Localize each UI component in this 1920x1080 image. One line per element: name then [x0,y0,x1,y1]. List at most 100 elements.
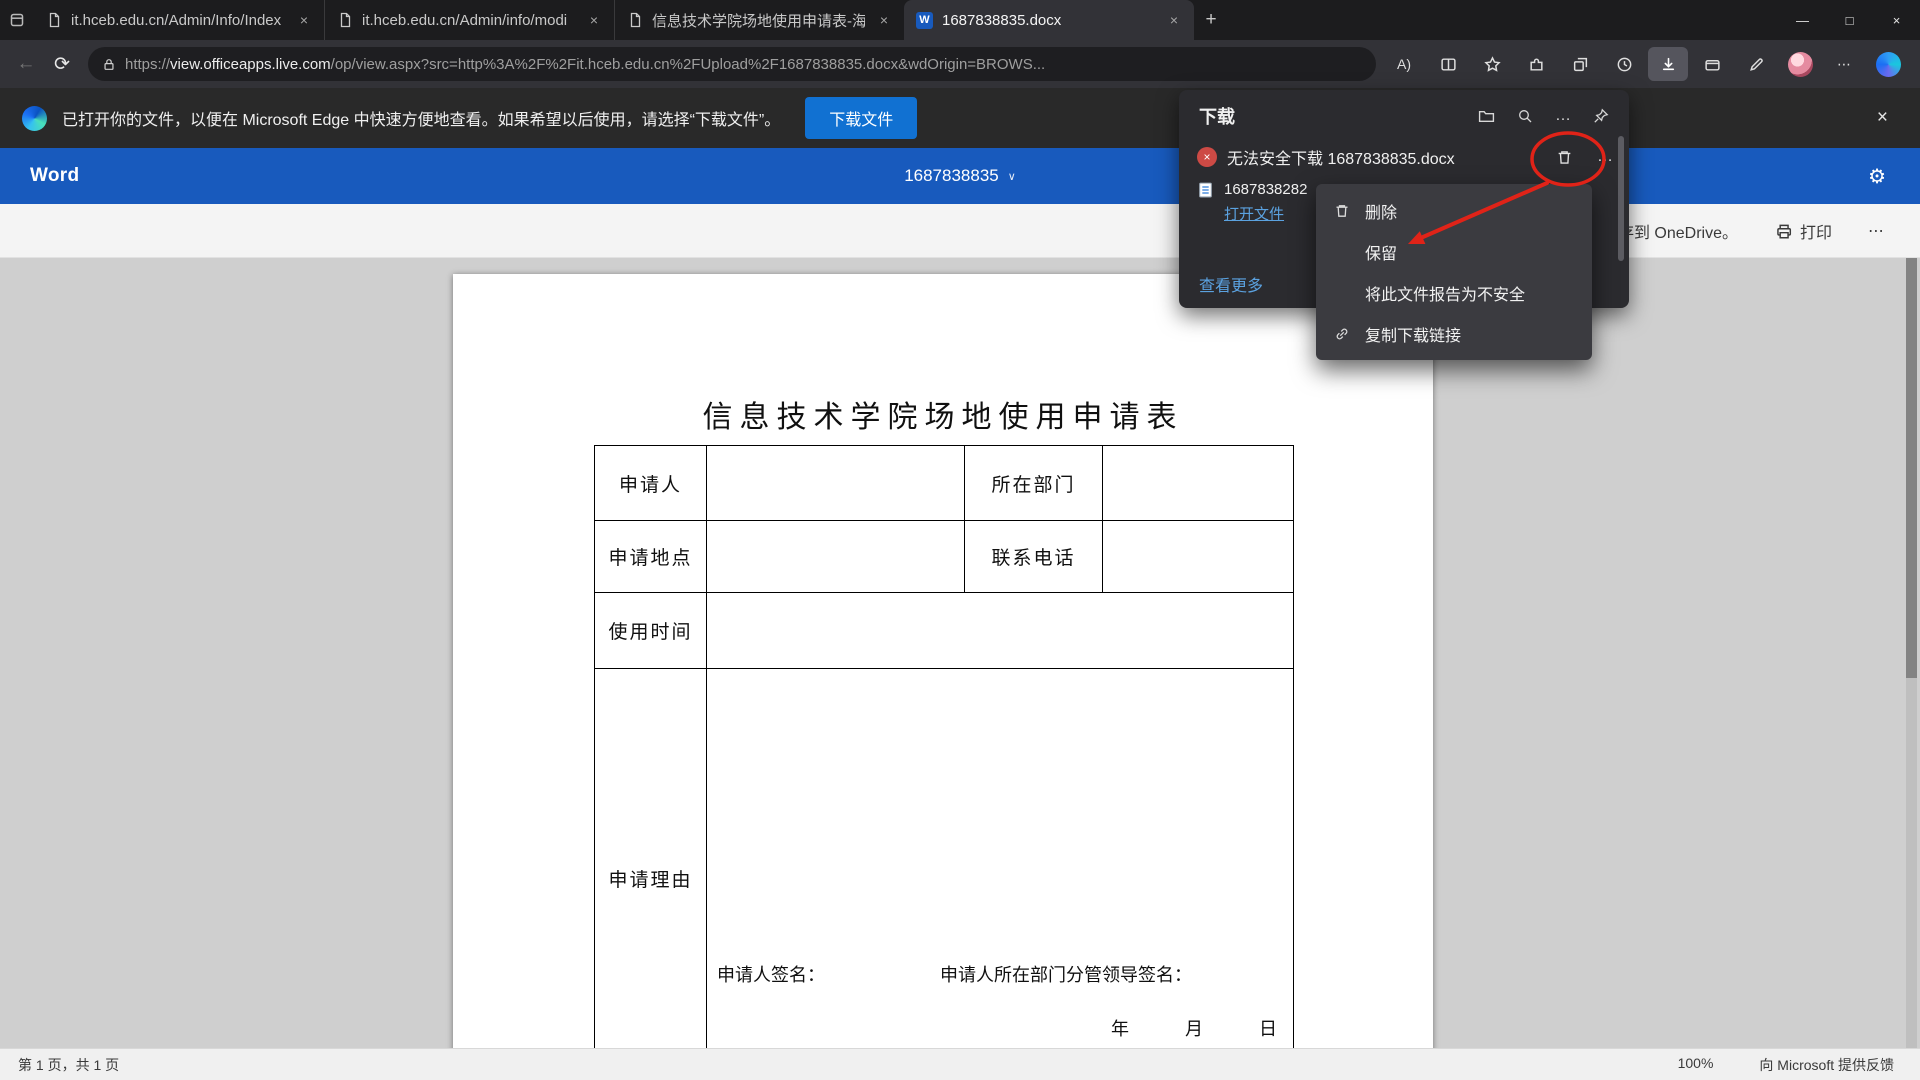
address-bar-input[interactable]: https://view.officeapps.live.com/op/view… [88,47,1376,81]
feedback-link[interactable]: 向 Microsoft 提供反馈 [1759,1055,1894,1075]
label-time: 使用时间 [595,593,707,669]
profile-button[interactable] [1780,47,1820,81]
tab-admin-modi[interactable]: it.hceb.edu.cn/Admin/info/modi × [324,0,614,40]
panel-scrollbar-thumb[interactable] [1618,136,1624,261]
label-applicant: 申请人 [595,446,707,521]
page-favicon-icon [627,12,643,28]
delete-download-icon[interactable] [1556,149,1573,166]
tab-close-icon[interactable]: × [294,10,314,30]
applicant-value-cell [707,446,965,521]
see-more-link[interactable]: 查看更多 [1199,272,1263,296]
downloads-more-icon[interactable]: … [1555,107,1571,125]
menu-item-keep[interactable]: 保留 [1316,231,1592,272]
status-bar: 第 1 页，共 1 页 100% 向 Microsoft 提供反馈 [0,1048,1920,1080]
menu-item-label: 保留 [1365,240,1397,264]
department-value-cell [1103,446,1294,521]
url-domain: view.officeapps.live.com [170,56,331,73]
favorites-button[interactable] [1472,47,1512,81]
url-path: /op/view.aspx?src=http%3A%2F%2Fit.hceb.e… [331,56,1046,73]
time-value-cell [707,593,1294,669]
form-title: 信息技术学院场地使用申请表 [453,392,1433,436]
open-file-link[interactable]: 打开文件 [1224,203,1284,224]
read-aloud-button[interactable]: A) [1384,47,1424,81]
application-form-table: 申请人 所在部门 申请地点 联系电话 使用时间 申请理由 申请人签名： 申请人所… [594,445,1294,1048]
label-department: 所在部门 [965,446,1103,521]
page-favicon-icon [46,12,62,28]
reason-value-cell: 申请人签名： 申请人所在部门分管领导签名： 年 月 日 [707,669,1294,1049]
maximize-button[interactable]: □ [1826,0,1873,40]
document-title-dropdown[interactable]: 1687838835 ∨ [904,166,1016,186]
document-name: 1687838835 [904,166,999,186]
page-count-label: 第 1 页，共 1 页 [18,1055,119,1075]
menu-item-delete[interactable]: 删除 [1316,190,1592,231]
tab-actions-button[interactable] [0,0,34,40]
scrollbar-thumb[interactable] [1906,258,1917,678]
open-folder-icon[interactable] [1478,108,1495,125]
collections-icon [1572,56,1589,73]
menu-item-report-unsafe[interactable]: 将此文件报告为不安全 [1316,272,1592,313]
document-scrollbar[interactable] [1906,258,1917,1048]
viewer-command-bar: 存到 OneDrive。 打印 ⋯ [0,204,1920,258]
download-more-options-button[interactable]: … [1597,148,1613,166]
page-favicon-icon [337,12,353,28]
word-brand: Word [30,165,79,187]
tab-close-icon[interactable]: × [1164,10,1184,30]
extensions-icon [1528,56,1545,73]
collections-button[interactable] [1560,47,1600,81]
blocked-file-name: 无法安全下载 1687838835.docx [1227,145,1455,169]
print-button[interactable]: 打印 [1774,219,1832,243]
split-screen-button[interactable] [1428,47,1468,81]
zoom-level[interactable]: 100% [1678,1055,1714,1075]
downloads-header-icons: … [1478,107,1609,125]
downloads-icon [1660,56,1677,73]
downloads-button[interactable] [1648,47,1688,81]
tab-close-icon[interactable]: × [584,10,604,30]
menu-item-copy-link[interactable]: 复制下载链接 [1316,313,1592,354]
wallet-button[interactable] [1692,47,1732,81]
download-item-blocked[interactable]: × 无法安全下载 1687838835.docx … [1179,135,1629,177]
pin-panel-icon[interactable] [1593,108,1609,124]
tab-title: 信息技术学院场地使用申请表-海 [652,10,865,31]
url-text: https://view.officeapps.live.com/op/view… [125,56,1045,73]
copilot-button[interactable] [1868,47,1908,81]
table-row: 申请人 所在部门 [595,446,1294,521]
notification-close-icon[interactable]: × [1867,103,1898,133]
label-location: 申请地点 [595,521,707,593]
table-row: 申请理由 申请人签名： 申请人所在部门分管领导签名： 年 月 日 [595,669,1294,1049]
minimize-button[interactable]: — [1779,0,1826,40]
settings-more-button[interactable]: ⋯ [1824,47,1864,81]
save-to-onedrive-button[interactable]: 存到 OneDrive。 [1618,219,1738,243]
history-button[interactable] [1604,47,1644,81]
document-file-icon [1197,181,1214,199]
print-label: 打印 [1800,219,1832,243]
web-capture-button[interactable] [1736,47,1776,81]
refresh-button[interactable]: ⟳ [44,46,80,82]
download-file-button[interactable]: 下载文件 [805,97,917,139]
tab-docx-active[interactable]: W 1687838835.docx × [904,0,1194,40]
settings-gear-icon[interactable]: ⚙ [1868,164,1886,189]
window-controls: — □ × [1779,0,1920,40]
notification-message: 已打开你的文件，以便在 Microsoft Edge 中快速方便地查看。如果希望… [62,106,780,130]
tab-close-icon[interactable]: × [874,10,894,30]
phone-value-cell [1103,521,1294,593]
extensions-button[interactable] [1516,47,1556,81]
leader-signature-label: 申请人所在部门分管领导签名： [940,961,1192,987]
status-right: 100% 向 Microsoft 提供反馈 [1678,1055,1902,1075]
previous-file-name: 1687838282 [1224,181,1307,198]
back-button[interactable]: ← [8,46,44,82]
date-line: 年 月 日 [1111,1015,1277,1041]
tab-title: it.hceb.edu.cn/Admin/Info/Index [71,12,285,29]
close-window-button[interactable]: × [1873,0,1920,40]
tab-application-form[interactable]: 信息技术学院场地使用申请表-海 × [614,0,904,40]
viewer-more-button[interactable]: ⋯ [1868,221,1884,241]
new-tab-button[interactable]: + [1194,0,1228,40]
document-page: 信息技术学院场地使用申请表 申请人 所在部门 申请地点 联系电话 使用时间 申请… [453,274,1433,1048]
wallet-icon [1704,56,1721,73]
table-row: 申请地点 联系电话 [595,521,1294,593]
tab-title: 1687838835.docx [942,12,1155,29]
menu-item-label: 复制下载链接 [1365,322,1461,346]
search-downloads-icon[interactable] [1517,108,1533,124]
tab-admin-index[interactable]: it.hceb.edu.cn/Admin/Info/Index × [34,0,324,40]
tab-actions-icon [9,12,25,28]
history-icon [1616,56,1633,73]
